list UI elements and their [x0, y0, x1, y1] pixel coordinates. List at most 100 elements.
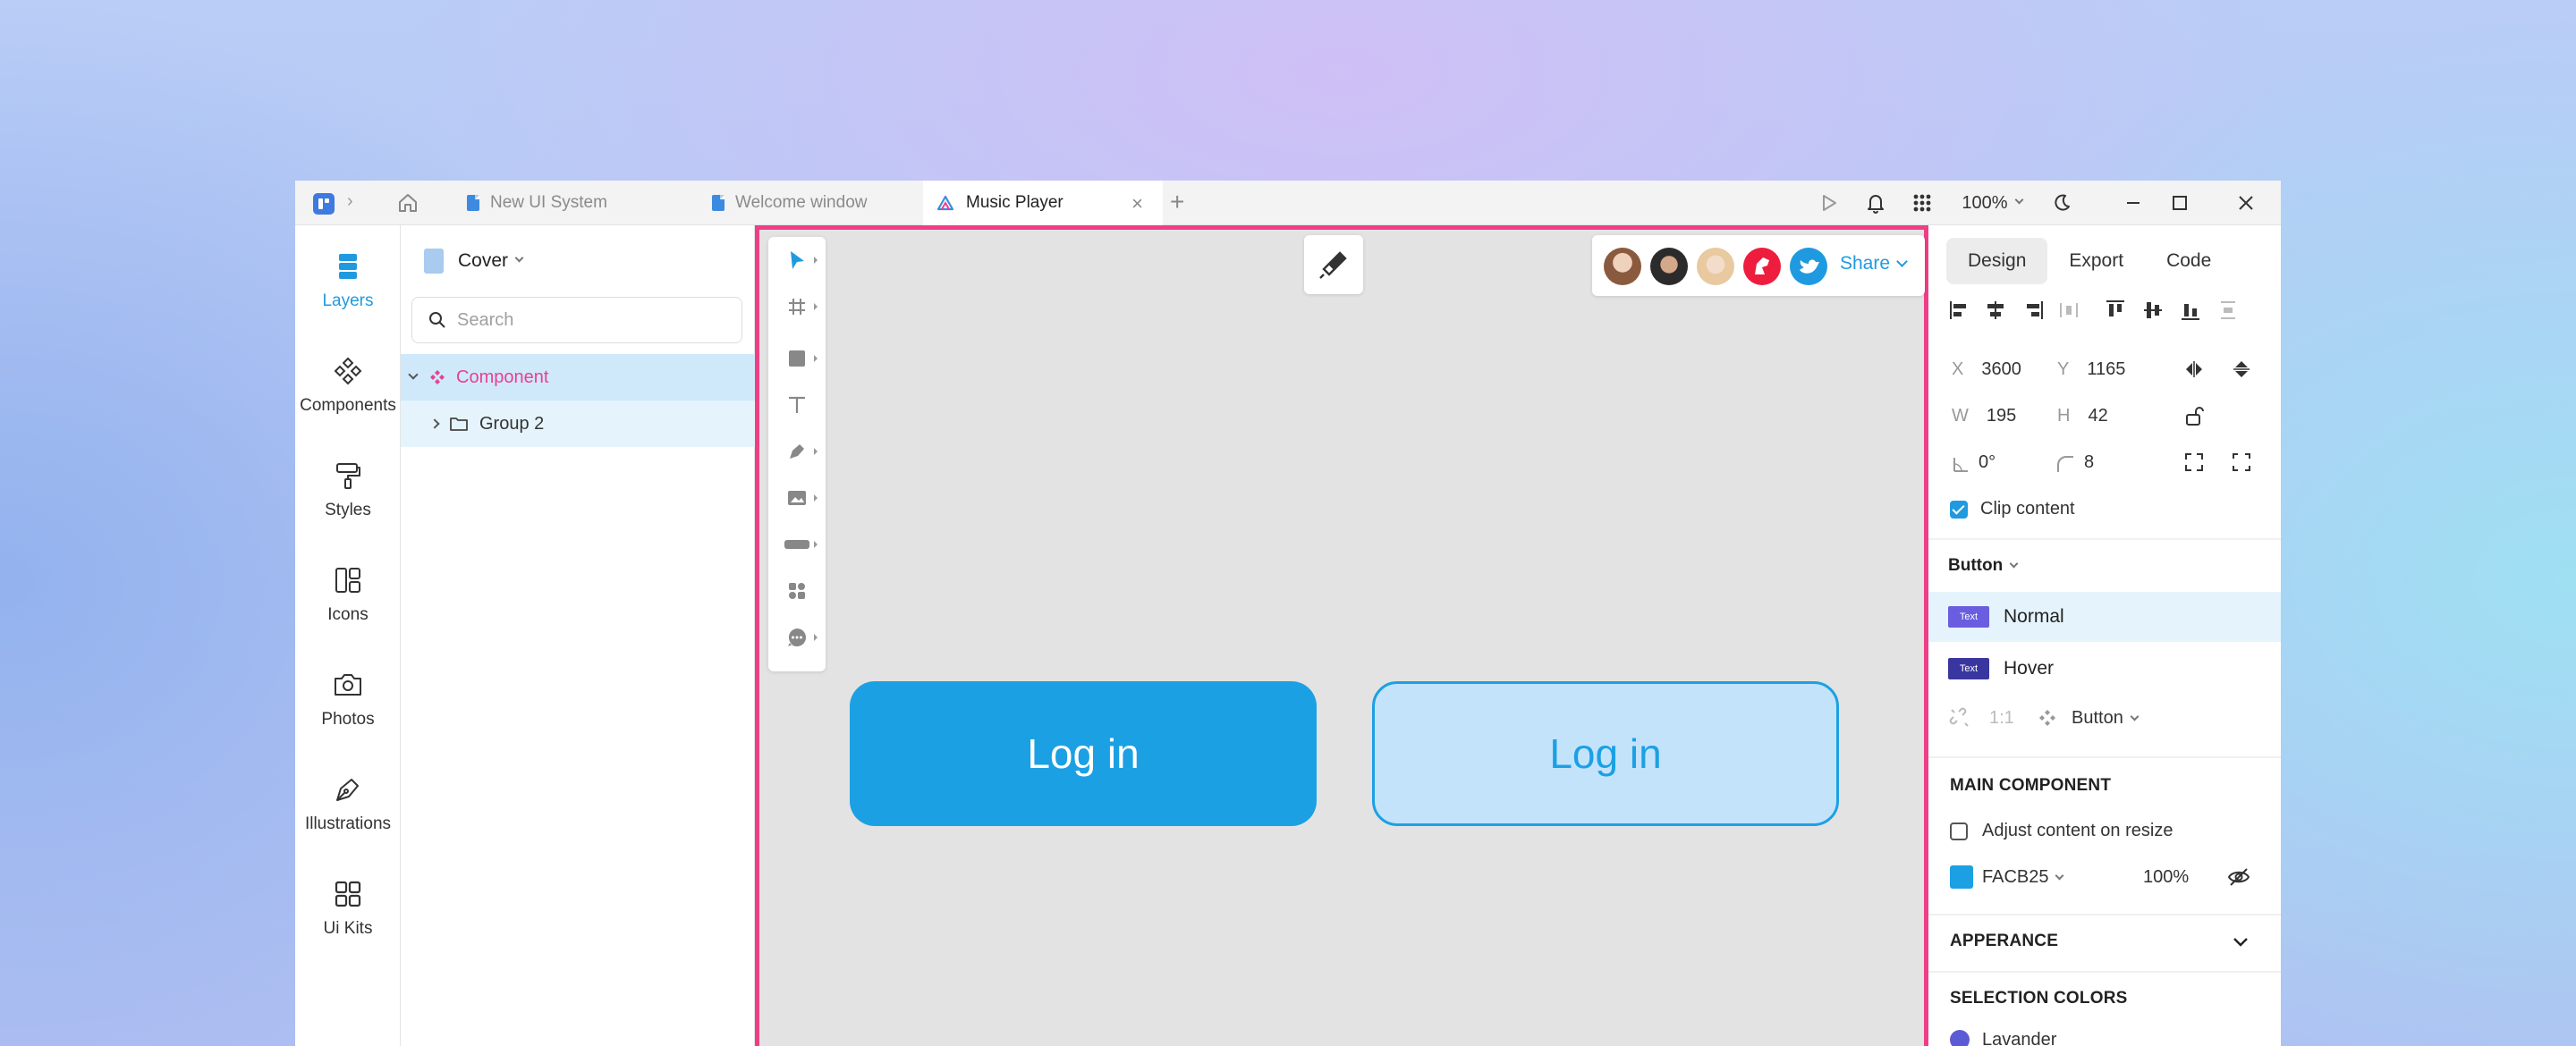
zoom-select[interactable]: 100%: [1952, 181, 2032, 225]
chevron-down-icon[interactable]: [408, 369, 419, 380]
login-button-normal[interactable]: Log in: [850, 681, 1317, 826]
design-panel: Design Export Code X 3600 Y 1165 W 195 H 42 …: [1928, 225, 2281, 1046]
avatar[interactable]: [1743, 248, 1781, 285]
avatar[interactable]: [1604, 248, 1641, 285]
figma-file-icon: [936, 195, 954, 211]
tool-pen[interactable]: [768, 428, 826, 475]
radius-field[interactable]: 8: [2084, 452, 2094, 473]
design-tabs: Design Export Code: [1946, 238, 2233, 284]
h-field[interactable]: H 42: [2057, 406, 2108, 426]
rotation-field[interactable]: 0°: [1979, 452, 1996, 473]
rail-label: Ui Kits: [323, 919, 373, 938]
canvas[interactable]: Share Log in Log in: [755, 225, 1928, 1046]
variant-hover[interactable]: Text Hover: [1928, 644, 2281, 694]
instance-select[interactable]: Button: [2072, 708, 2140, 729]
theme-toggle[interactable]: [2046, 181, 2077, 225]
rotation-icon: [1953, 458, 1968, 472]
home-icon[interactable]: [397, 192, 419, 214]
align-top-icon[interactable]: [2104, 299, 2127, 322]
align-center-horizontal-icon[interactable]: [1984, 299, 2007, 322]
tab-design[interactable]: Design: [1946, 238, 2048, 284]
apps-button[interactable]: [1907, 181, 1937, 225]
rail-item-icons[interactable]: Icons: [295, 564, 401, 625]
tab-export[interactable]: Export: [2047, 238, 2145, 284]
flip-vertical-icon[interactable]: [2230, 358, 2253, 381]
file-icon: [467, 195, 479, 211]
tool-text[interactable]: [768, 382, 826, 428]
add-tab-button[interactable]: +: [1170, 188, 1184, 216]
tab-new-ui-system[interactable]: New UI System: [440, 181, 680, 225]
distribute-horizontal-icon[interactable]: [2057, 299, 2080, 322]
rectangle-icon: [789, 350, 805, 367]
y-field[interactable]: Y 1165: [2057, 359, 2125, 380]
align-left-icon[interactable]: [1948, 299, 1971, 322]
lavander-swatch[interactable]: [1950, 1030, 1970, 1046]
rail-item-photos[interactable]: Photos: [295, 669, 401, 730]
fit-to-content-icon[interactable]: [2182, 451, 2206, 474]
detach-link-icon[interactable]: [1948, 706, 1971, 730]
page-selector[interactable]: Cover: [424, 249, 524, 274]
chevron-down-icon: [2009, 559, 2019, 569]
left-rail: Layers Components Styles Icons Photos Il…: [295, 225, 401, 1046]
align-center-vertical-icon[interactable]: [2141, 299, 2165, 322]
fill-swatch[interactable]: [1950, 865, 1973, 889]
w-field[interactable]: W 195: [1952, 406, 2016, 426]
variant-normal[interactable]: Text Normal: [1928, 592, 2281, 642]
app-logo-icon[interactable]: [313, 193, 335, 215]
rail-item-ui-kits[interactable]: Ui Kits: [295, 878, 401, 939]
tab-welcome-window[interactable]: Welcome window: [680, 181, 921, 225]
chevron-down-icon[interactable]: [2229, 930, 2252, 953]
tool-move[interactable]: [768, 237, 826, 283]
unlock-icon[interactable]: [2182, 404, 2206, 427]
tool-rectangle[interactable]: [768, 335, 826, 382]
align-bottom-icon[interactable]: [2179, 299, 2202, 322]
tab-code[interactable]: Code: [2145, 238, 2233, 284]
rail-item-illustrations[interactable]: Illustrations: [295, 773, 401, 834]
rail-item-components[interactable]: Components: [295, 355, 401, 416]
minimize-button[interactable]: [2118, 181, 2148, 225]
tool-input[interactable]: [768, 521, 826, 568]
radius-value: 8: [2084, 452, 2095, 472]
clip-content-checkbox[interactable]: [1950, 501, 1968, 519]
tab-label: New UI System: [490, 193, 607, 212]
fullscreen-icon[interactable]: [2230, 451, 2253, 474]
tool-image[interactable]: [768, 475, 826, 521]
avatar[interactable]: [1697, 248, 1734, 285]
fill-opacity[interactable]: 100%: [2143, 867, 2189, 888]
avatar[interactable]: [1790, 248, 1827, 285]
align-right-icon[interactable]: [2021, 299, 2045, 322]
distribute-vertical-icon[interactable]: [2216, 299, 2240, 322]
rail-item-styles[interactable]: Styles: [295, 460, 401, 520]
tool-frame[interactable]: [768, 283, 826, 330]
icons-icon: [335, 568, 360, 593]
divider: [1928, 971, 2281, 973]
share-button[interactable]: Share: [1840, 253, 1906, 274]
rail-item-layers[interactable]: Layers: [295, 250, 401, 311]
chevron-down-icon: [2014, 195, 2024, 204]
divider: [1928, 914, 2281, 915]
x-field[interactable]: X 3600: [1952, 359, 2021, 380]
tab-music-player[interactable]: Music Player ×: [923, 181, 1163, 225]
close-tab-icon[interactable]: ×: [1131, 192, 1143, 215]
layer-component[interactable]: Component: [401, 354, 755, 401]
layer-group-2[interactable]: Group 2: [401, 401, 755, 447]
chevron-right-icon[interactable]: ›: [347, 191, 353, 212]
notifications-button[interactable]: [1860, 181, 1891, 225]
fill-hex-select[interactable]: FACB25: [1982, 867, 2064, 888]
flip-horizontal-icon[interactable]: [2182, 358, 2206, 381]
chevron-right-icon[interactable]: [429, 418, 440, 429]
variant-badge: Text: [1948, 658, 1989, 679]
avatar[interactable]: [1650, 248, 1688, 285]
eye-off-icon[interactable]: [2227, 865, 2250, 889]
tool-comment[interactable]: [768, 614, 826, 661]
adjust-content-label: Adjust content on resize: [1982, 821, 2174, 840]
close-window-button[interactable]: [2231, 181, 2261, 225]
tool-components[interactable]: [768, 568, 826, 614]
adjust-content-checkbox[interactable]: [1950, 822, 1968, 840]
maximize-button[interactable]: [2165, 181, 2195, 225]
inspect-button[interactable]: [1304, 235, 1363, 294]
login-button-hover[interactable]: Log in: [1372, 681, 1839, 826]
play-button[interactable]: [1814, 181, 1844, 225]
component-name-select[interactable]: Button: [1948, 556, 2019, 576]
search-input[interactable]: [457, 298, 725, 342]
